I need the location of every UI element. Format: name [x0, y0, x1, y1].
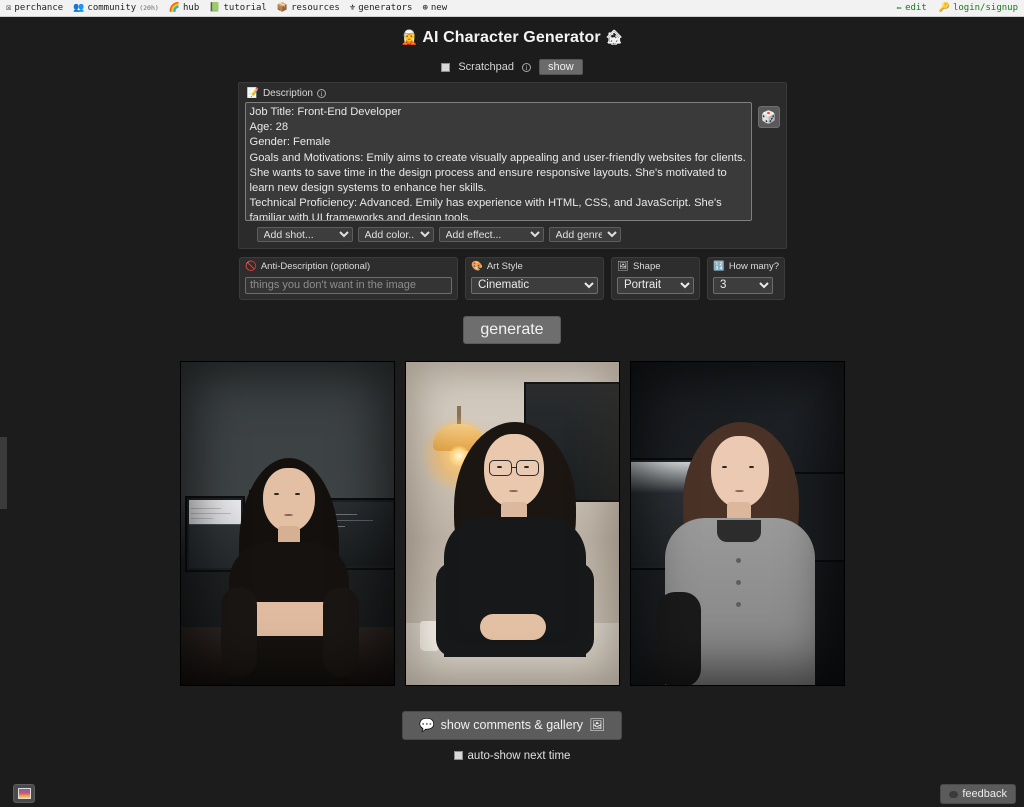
- add-color-select[interactable]: Add color...: [357, 227, 434, 242]
- info-icon[interactable]: i: [316, 89, 326, 98]
- flask-icon: ⚜: [349, 2, 356, 13]
- auto-show-label: auto-show next time: [467, 749, 571, 762]
- scratchpad-checkbox[interactable]: [441, 62, 451, 72]
- elf-emoji-icon: 🧝: [400, 29, 419, 45]
- frame-icon: 🖼: [616, 261, 630, 272]
- shape-select[interactable]: Portrait: [616, 276, 694, 294]
- shape-label: Shape: [633, 261, 661, 272]
- feedback-button[interactable]: feedback: [940, 784, 1016, 804]
- number-icon: 🔢: [712, 261, 725, 272]
- picture-icon: 🖼: [589, 717, 605, 732]
- image-1-scene: [180, 361, 394, 685]
- comments-row: 💬 show comments & gallery 🖼: [0, 710, 1024, 740]
- nav-label-login-signup: login/signup: [952, 3, 1018, 13]
- top-nav-left-group: ☒ perchance 👥 community (20h) 🌈 hub 📗 tu…: [6, 3, 447, 13]
- page-title-text: AI Character Generator: [422, 29, 601, 46]
- art-style-label-row: 🎨 Art Style: [471, 261, 598, 272]
- top-nav-right-group: ✏ edit 🔑 login/signup: [897, 3, 1018, 13]
- scratchpad-row: Scratchpad i show: [0, 59, 1024, 75]
- description-add-selects: Add shot... Add color... Add effect... A…: [245, 227, 780, 242]
- scratchpad-show-button[interactable]: show: [538, 59, 583, 75]
- randomize-description-button[interactable]: 🎲: [757, 106, 780, 128]
- add-effect-select[interactable]: Add effect...: [438, 227, 544, 242]
- anti-description-input[interactable]: [244, 276, 452, 294]
- speech-bubble-icon: 💬: [419, 717, 435, 732]
- show-comments-label: show comments & gallery: [440, 718, 584, 732]
- generated-image-gallery: [0, 360, 1024, 686]
- speech-bubble-icon: [949, 790, 959, 798]
- nav-item-community[interactable]: 👥 community (20h): [73, 3, 159, 13]
- nav-label-edit: edit: [905, 3, 927, 13]
- top-navigation-bar: ☒ perchance 👥 community (20h) 🌈 hub 📗 tu…: [0, 0, 1024, 17]
- description-textarea[interactable]: Job Title: Front-End Developer Age: 28 G…: [244, 102, 752, 221]
- pencil-icon: ✏: [896, 2, 903, 13]
- scratchpad-label: Scratchpad: [458, 61, 514, 73]
- how-many-label: How many?: [728, 261, 779, 272]
- nav-item-new[interactable]: ⊕ new: [422, 3, 447, 13]
- shape-label-row: 🖼 Shape: [617, 261, 694, 272]
- auto-show-checkbox[interactable]: [453, 751, 463, 760]
- palette-icon: 🎨: [470, 261, 483, 272]
- plus-circle-icon: ⊕: [422, 2, 428, 13]
- package-icon: 📦: [276, 2, 289, 13]
- art-style-label: Art Style: [486, 261, 523, 272]
- info-icon[interactable]: i: [521, 62, 531, 72]
- image-3-scene: [630, 361, 844, 685]
- anti-description-label: Anti-Description (optional): [260, 261, 371, 272]
- perchance-logo-icon: ☒: [6, 2, 12, 13]
- nav-item-generators[interactable]: ⚜ generators: [350, 3, 413, 13]
- options-row: 🚫 Anti-Description (optional) 🎨 Art Styl…: [0, 257, 1024, 300]
- no-entry-icon: 🚫: [244, 261, 257, 272]
- page-title: 🧝 AI Character Generator 🏚: [0, 17, 1024, 47]
- hut-emoji-icon: 🏚: [605, 29, 624, 45]
- generator-page: 🧝 AI Character Generator 🏚 Scratchpad i …: [0, 17, 1024, 807]
- nav-item-perchance[interactable]: ☒ perchance: [6, 3, 63, 13]
- nav-label-new: new: [430, 3, 448, 13]
- generate-row: generate: [0, 315, 1024, 344]
- community-activity-badge: (20h): [139, 4, 159, 12]
- how-many-select[interactable]: 3: [712, 276, 773, 294]
- auto-show-row: auto-show next time: [0, 750, 1024, 762]
- nav-label-perchance: perchance: [14, 3, 64, 13]
- generated-image-2[interactable]: [404, 360, 620, 686]
- nav-label-tutorial: tutorial: [223, 3, 267, 13]
- nav-item-tutorial[interactable]: 📗 tutorial: [209, 3, 267, 13]
- description-header: 📝 Description i: [245, 87, 780, 102]
- left-edge-decoration: [0, 437, 7, 509]
- anti-description-group: 🚫 Anti-Description (optional): [238, 257, 458, 300]
- dice-icon: 🎲: [761, 110, 776, 124]
- nav-item-edit[interactable]: ✏ edit: [897, 3, 927, 13]
- generated-image-3[interactable]: [629, 360, 845, 686]
- nav-label-resources: resources: [291, 3, 340, 13]
- key-icon: 🔑: [938, 2, 950, 13]
- how-many-label-row: 🔢 How many?: [713, 261, 779, 272]
- nav-item-resources[interactable]: 📦 resources: [277, 3, 340, 13]
- description-body: Job Title: Front-End Developer Age: 28 G…: [244, 102, 780, 221]
- add-shot-select[interactable]: Add shot...: [256, 227, 353, 242]
- feedback-label: feedback: [962, 788, 1007, 800]
- how-many-group: 🔢 How many? 3: [706, 257, 785, 300]
- people-icon: 👥: [73, 2, 85, 13]
- art-style-select[interactable]: Cinematic: [470, 276, 598, 294]
- description-panel: 📝 Description i Job Title: Front-End Dev…: [237, 82, 787, 249]
- chalkboard-icon: 📗: [209, 2, 221, 13]
- nav-label-community: community: [87, 3, 137, 13]
- generated-image-1[interactable]: [179, 360, 395, 686]
- image-preview-button[interactable]: [13, 784, 35, 803]
- anti-description-label-row: 🚫 Anti-Description (optional): [245, 261, 452, 272]
- generate-button[interactable]: generate: [463, 315, 561, 344]
- note-icon: 📝: [246, 88, 259, 99]
- nav-item-hub[interactable]: 🌈 hub: [169, 3, 199, 13]
- show-comments-gallery-button[interactable]: 💬 show comments & gallery 🖼: [402, 710, 622, 740]
- description-label: Description: [262, 88, 313, 99]
- picture-icon: [17, 788, 31, 799]
- rainbow-icon: 🌈: [168, 2, 180, 13]
- art-style-group: 🎨 Art Style Cinematic: [464, 257, 604, 300]
- shape-group: 🖼 Shape Portrait: [610, 257, 700, 300]
- nav-label-hub: hub: [183, 3, 200, 13]
- add-genre-select[interactable]: Add genre...: [548, 227, 621, 242]
- nav-item-login-signup[interactable]: 🔑 login/signup: [939, 3, 1018, 13]
- image-2-scene: [405, 361, 619, 685]
- nav-label-generators: generators: [358, 3, 413, 13]
